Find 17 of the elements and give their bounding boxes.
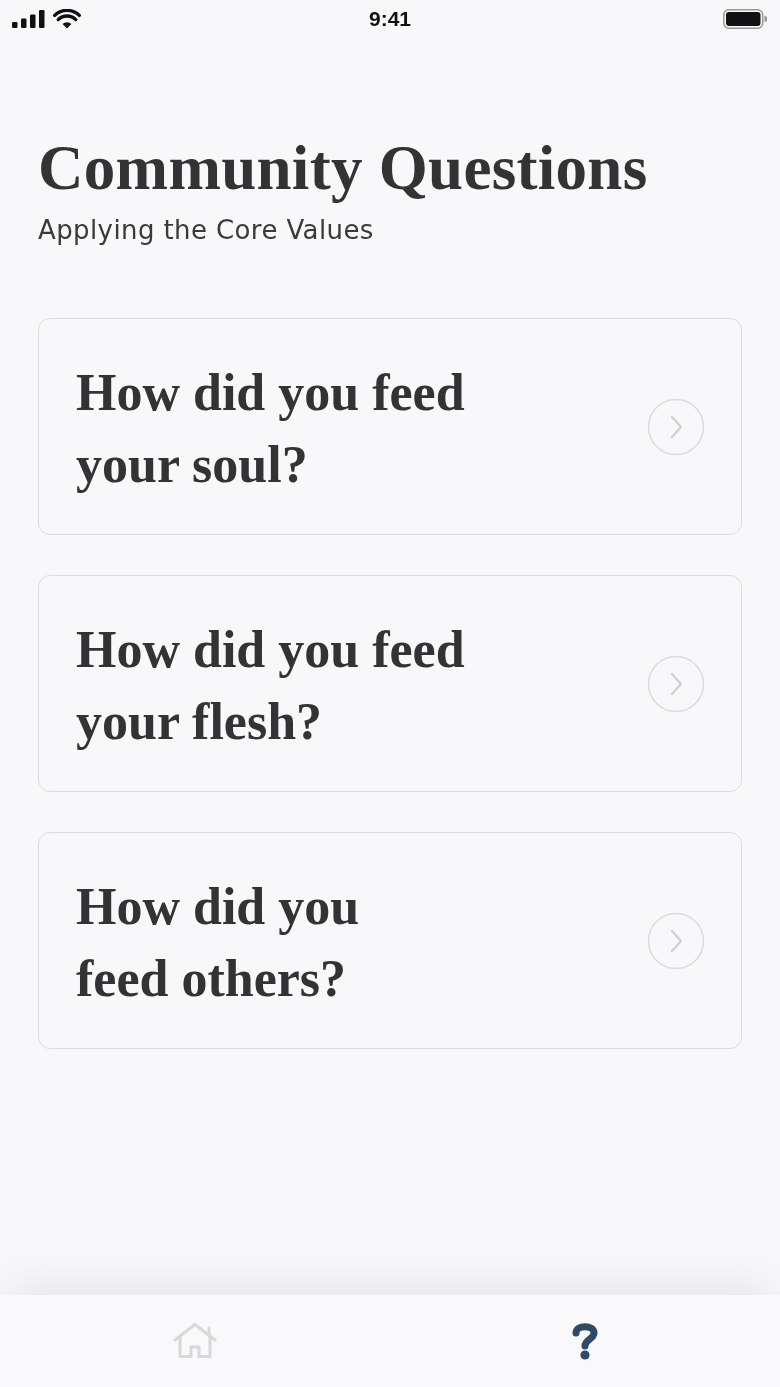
chevron-circle-icon (647, 911, 705, 970)
wifi-icon (53, 9, 81, 29)
question-text: How did you feed your flesh? (76, 619, 465, 752)
question-card[interactable]: How did you feed others? (38, 832, 742, 1049)
battery-icon (723, 9, 767, 29)
signal-icon (12, 10, 46, 28)
question-card[interactable]: How did you feed your flesh? (38, 575, 742, 792)
status-time: 9:41 (369, 7, 411, 31)
page-subtitle: Applying the Core Values (38, 214, 375, 246)
help-icon (571, 1322, 599, 1360)
question-text: How did you feed others? (76, 876, 360, 1009)
chevron-circle-icon (647, 397, 705, 456)
question-card[interactable]: How did you feed your soul? (38, 318, 742, 535)
question-text: How did you feed your soul? (76, 362, 465, 495)
page-title: Community Questions (38, 134, 649, 202)
home-icon (173, 1323, 217, 1359)
chevron-circle-icon (647, 654, 705, 713)
